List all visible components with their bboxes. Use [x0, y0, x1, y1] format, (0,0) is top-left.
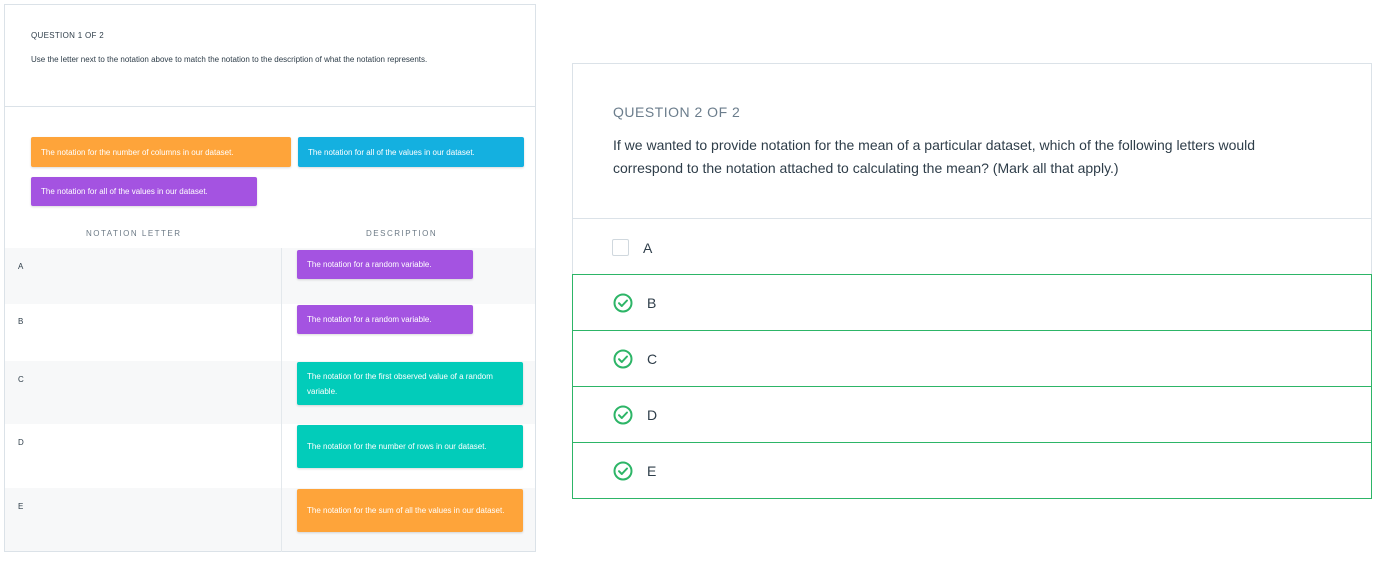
question-1-panel: QUESTION 1 OF 2 Use the letter next to t… [4, 4, 536, 552]
row-letter: D [18, 438, 24, 447]
question-2-header: QUESTION 2 OF 2 If we wanted to provide … [573, 64, 1371, 219]
option-letter: C [647, 350, 658, 367]
option-e[interactable]: E [572, 442, 1372, 499]
row-letter: C [18, 375, 24, 384]
row-letter: E [18, 502, 24, 511]
option-d[interactable]: D [572, 386, 1372, 443]
check-circle-icon[interactable] [613, 405, 633, 425]
description-chip[interactable]: The notation for a random variable. [297, 250, 473, 279]
option-letter: A [643, 239, 653, 256]
question-2-panel: QUESTION 2 OF 2 If we wanted to provide … [572, 63, 1372, 499]
answer-chip-columns[interactable]: The notation for the number of columns i… [31, 137, 291, 167]
option-b[interactable]: B [572, 274, 1372, 331]
answer-chip-all-values-purple[interactable]: The notation for all of the values in ou… [31, 177, 257, 206]
option-letter: D [647, 406, 658, 423]
check-circle-icon[interactable] [613, 293, 633, 313]
option-letter: E [647, 462, 657, 479]
description-chip[interactable]: The notation for the number of rows in o… [297, 425, 523, 468]
column-header-notation-letter: NOTATION LETTER [86, 229, 182, 238]
option-c[interactable]: C [572, 330, 1372, 387]
check-circle-icon[interactable] [613, 349, 633, 369]
match-row-d: D The notation for the number of rows in… [5, 424, 535, 488]
description-chip[interactable]: The notation for a random variable. [297, 305, 473, 334]
option-letter: B [647, 294, 657, 311]
answer-chip-all-values[interactable]: The notation for all of the values in ou… [298, 137, 524, 167]
question-1-header: QUESTION 1 OF 2 Use the letter next to t… [5, 5, 535, 107]
checkbox-unchecked-icon[interactable] [612, 239, 629, 256]
question-1-label: QUESTION 1 OF 2 [31, 31, 104, 40]
check-circle-icon[interactable] [613, 461, 633, 481]
question-1-prompt: Use the letter next to the notation abov… [31, 55, 428, 64]
match-row-e: E The notation for the sum of all the va… [5, 488, 535, 551]
column-header-description: DESCRIPTION [366, 229, 438, 238]
column-divider [281, 248, 282, 552]
question-2-prompt: If we wanted to provide notation for the… [613, 137, 1256, 176]
match-row-c: C The notation for the first observed va… [5, 361, 535, 424]
question-2-label: QUESTION 2 OF 2 [613, 104, 741, 120]
row-letter: A [18, 262, 24, 271]
match-row-b: B The notation for a random variable. [5, 304, 535, 361]
description-chip[interactable]: The notation for the sum of all the valu… [297, 489, 523, 532]
match-row-a: A The notation for a random variable. [5, 248, 535, 304]
option-a[interactable]: A [572, 219, 1372, 276]
row-letter: B [18, 317, 24, 326]
description-chip[interactable]: The notation for the first observed valu… [297, 362, 523, 405]
